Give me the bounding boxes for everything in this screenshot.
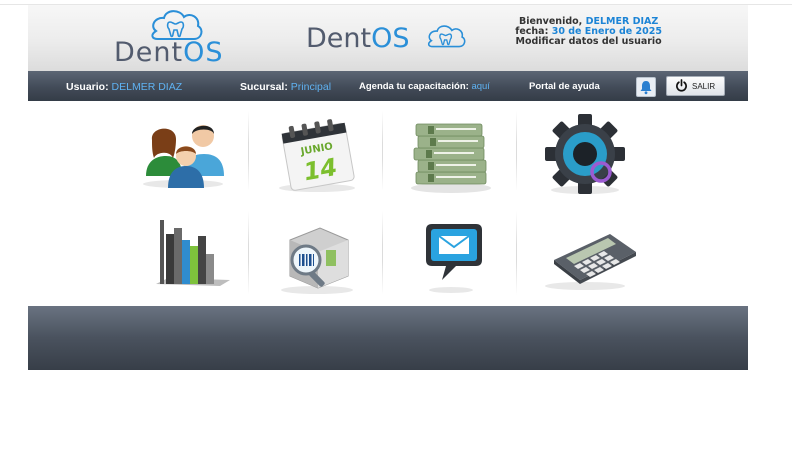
branch-info: Sucursal: Principal xyxy=(240,81,331,93)
dentos-logo-secondary: DentOS xyxy=(306,23,476,63)
user-value: DELMER DIAZ xyxy=(111,81,183,93)
user-info: Usuario: DELMER DIAZ xyxy=(66,81,182,93)
patients-icon xyxy=(143,125,224,188)
logo-wordmark-secondary: DentOS xyxy=(306,23,410,54)
module-patients[interactable] xyxy=(116,106,250,198)
logo-wordmark: DentOS xyxy=(114,37,224,68)
logout-button[interactable]: SALIR xyxy=(666,76,725,96)
help-portal-label: Portal de ayuda xyxy=(529,81,600,92)
training-info: Agenda tu capacitación: aquí xyxy=(359,81,490,92)
module-reports[interactable] xyxy=(116,206,250,298)
help-portal-link[interactable]: Portal de ayuda xyxy=(529,81,600,92)
power-icon xyxy=(676,79,687,92)
module-agenda[interactable]: JUNIO 14 xyxy=(250,106,384,198)
dentos-logo[interactable]: DentOS xyxy=(114,9,244,69)
branch-label: Sucursal: xyxy=(240,81,288,93)
module-inventory[interactable] xyxy=(250,206,384,298)
footer-bar xyxy=(28,306,748,370)
tooth-cloud-icon xyxy=(427,25,466,48)
welcome-panel: Bienvenido, DELMER DIAZ fecha: 30 de Ene… xyxy=(515,17,662,47)
module-calculator[interactable] xyxy=(518,206,652,298)
training-link[interactable]: aquí xyxy=(471,81,490,92)
module-finances[interactable] xyxy=(384,106,518,198)
module-settings[interactable] xyxy=(518,106,652,198)
messages-icon xyxy=(426,224,482,293)
training-label: Agenda tu capacitación: xyxy=(359,81,469,92)
user-label: Usuario: xyxy=(66,81,109,93)
calculator-icon xyxy=(545,234,636,290)
header: DentOS DentOS Bienvenido, DELMER DIAZ fe… xyxy=(28,5,748,71)
settings-gear-icon xyxy=(545,114,625,194)
money-icon xyxy=(411,123,491,193)
reports-chart-icon xyxy=(156,220,230,286)
calendar-day: 14 xyxy=(302,153,340,186)
module-grid: JUNIO 14 xyxy=(28,101,748,306)
bell-icon xyxy=(640,81,652,95)
nav-bar: Usuario: DELMER DIAZ Sucursal: Principal… xyxy=(28,71,748,101)
app-container: DentOS DentOS Bienvenido, DELMER DIAZ fe… xyxy=(28,5,748,370)
branch-value: Principal xyxy=(290,81,332,93)
notifications-button[interactable] xyxy=(636,77,656,97)
module-messages[interactable] xyxy=(384,206,518,298)
modify-user-link[interactable]: Modificar datos del usuario xyxy=(515,37,662,47)
inventory-scanner-icon xyxy=(281,227,353,294)
logout-label: SALIR xyxy=(692,82,716,91)
calendar-icon: JUNIO 14 xyxy=(279,119,355,192)
